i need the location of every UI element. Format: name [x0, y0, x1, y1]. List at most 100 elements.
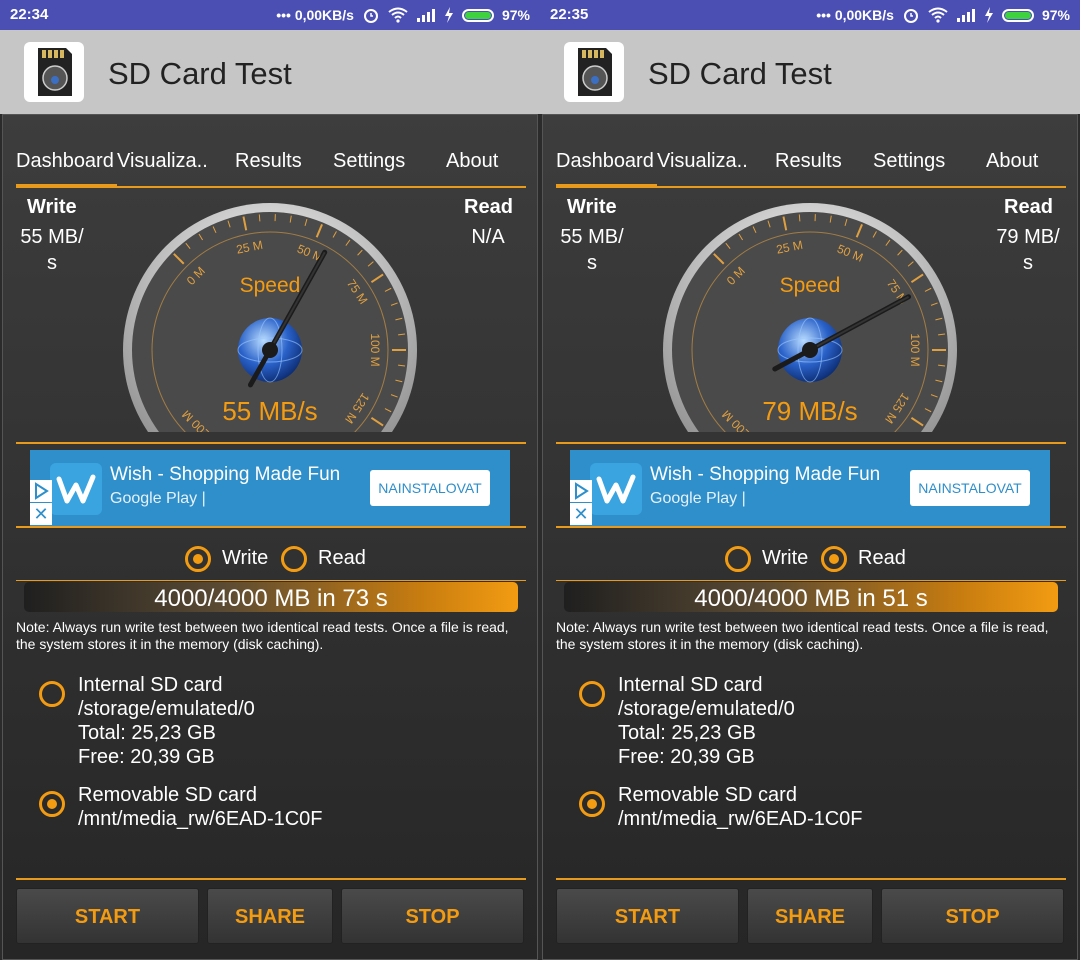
read-mode-radio[interactable] [281, 546, 307, 572]
share-button[interactable]: SHARE [207, 888, 333, 944]
share-button[interactable]: SHARE [747, 888, 873, 944]
removable-sd-radio[interactable] [579, 791, 605, 817]
ad-choices-icon[interactable] [30, 480, 52, 502]
read-mode-radio[interactable] [821, 546, 847, 572]
stop-button[interactable]: STOP [341, 888, 524, 944]
status-time: 22:34 [10, 6, 49, 23]
gauge-title: Speed [780, 274, 841, 297]
ad-title: Wish - Shopping Made Fun [650, 464, 881, 485]
tab-results[interactable]: Results [775, 150, 842, 173]
write-mode-label: Write [222, 547, 269, 569]
app-title: SD Card Test [108, 56, 292, 91]
ad-install-button[interactable]: NAINSTALOVAT [370, 470, 490, 506]
note-text: Note: Always run write test between two … [556, 619, 1049, 652]
internal-sd-radio[interactable] [579, 681, 605, 707]
gauge-speed-readout: 79 MB/s [762, 396, 857, 426]
tab-visualization[interactable]: Visualiza.. [657, 150, 748, 173]
write-value: 55 MB/ s [20, 226, 84, 274]
divider [556, 878, 1066, 880]
charging-icon [444, 7, 453, 23]
alarm-icon [363, 9, 378, 23]
write-value: 55 MB/ s [560, 226, 624, 274]
removable-sd-path: /mnt/media_rw/6EAD-1C0F [618, 808, 863, 830]
internal-sd-info: Internal SD card /storage/emulated/0 Tot… [78, 673, 255, 769]
tab-about[interactable]: About [986, 150, 1038, 173]
tab-about[interactable]: About [446, 150, 498, 173]
status-time: 22:35 [550, 6, 589, 23]
ad-close-icon[interactable]: ✕ [30, 503, 52, 525]
internal-sd-total: Total: 25,23 GB [618, 722, 756, 744]
tab-dashboard[interactable]: Dashboard [556, 150, 654, 173]
read-mode-label: Read [318, 547, 366, 569]
internal-sd-path: /storage/emulated/0 [618, 698, 795, 720]
internal-sd-free: Free: 20,39 GB [78, 746, 215, 768]
screen-right: 22:35 ••• 0,00KB/s 97% SD Card Test Dash… [540, 0, 1080, 960]
network-speed: ••• 0,00KB/s [276, 7, 354, 23]
tab-settings[interactable]: Settings [873, 150, 945, 173]
read-value: N/A [471, 226, 505, 248]
status-bar: 22:35 ••• 0,00KB/s 97% [540, 0, 1080, 30]
tab-active-indicator [556, 184, 657, 188]
removable-sd-info: Removable SD card /mnt/media_rw/6EAD-1C0… [78, 783, 323, 831]
tab-active-indicator [16, 184, 117, 188]
read-mode-label: Read [858, 547, 906, 569]
signal-icon [416, 9, 435, 22]
ad-subtitle: Google Play | [110, 490, 206, 507]
removable-sd-path: /mnt/media_rw/6EAD-1C0F [78, 808, 323, 830]
gauge-title: Speed [240, 274, 301, 297]
removable-sd-radio[interactable] [39, 791, 65, 817]
charging-icon [984, 7, 993, 23]
write-mode-radio[interactable] [185, 546, 211, 572]
read-label: Read [464, 196, 513, 218]
battery-percent: 97% [501, 7, 530, 23]
tab-results[interactable]: Results [235, 150, 302, 173]
gauge-needle-hub [262, 342, 278, 358]
gauge-minor-tick [368, 434, 373, 436]
internal-sd-name: Internal SD card [78, 674, 223, 696]
write-label: Write [567, 196, 617, 218]
start-button[interactable]: START [556, 888, 739, 944]
tab-visualization[interactable]: Visualiza.. [117, 150, 208, 173]
gauge-minor-tick [908, 434, 913, 436]
removable-sd-info: Removable SD card /mnt/media_rw/6EAD-1C0… [618, 783, 863, 831]
gauge-tick-label: 150 M [292, 434, 328, 436]
tab-settings[interactable]: Settings [333, 150, 405, 173]
write-mode-label: Write [762, 547, 809, 569]
app-title: SD Card Test [648, 56, 832, 91]
internal-sd-info: Internal SD card /storage/emulated/0 Tot… [618, 673, 795, 769]
read-value: 79 MB/ s [996, 226, 1060, 274]
status-bar: 22:34 ••• 0,00KB/s 97% [0, 0, 540, 30]
write-label: Write [27, 196, 77, 218]
internal-sd-free: Free: 20,39 GB [618, 746, 755, 768]
app-bar: SD Card Test [0, 30, 540, 114]
gauge-minor-tick [258, 214, 261, 222]
write-mode-radio[interactable] [725, 546, 751, 572]
divider [16, 878, 526, 880]
ad-banner[interactable]: Wish - Shopping Made Fun Google Play | N… [30, 450, 510, 526]
gauge-tick-label: 150 M [832, 434, 868, 436]
speed-gauge: 0 M25 M50 M75 M100 M125 M150 M175 M200 M… [123, 203, 417, 436]
wifi-icon [388, 7, 408, 23]
stop-button[interactable]: STOP [881, 888, 1064, 944]
gauge-speed-readout: 55 MB/s [222, 396, 317, 426]
signal-icon [956, 9, 975, 22]
tab-dashboard[interactable]: Dashboard [16, 150, 114, 173]
note-text: Note: Always run write test between two … [16, 619, 509, 652]
divider [556, 442, 1066, 444]
progress-text: 4000/4000 MB in 73 s [154, 585, 388, 612]
tab-bar: Dashboard Visualiza.. Results Settings A… [16, 146, 526, 190]
wish-logo-icon [590, 463, 642, 515]
ad-choices-icon[interactable] [570, 480, 592, 502]
gauge-tick-label: 100 M [908, 333, 922, 366]
ad-banner[interactable]: Wish - Shopping Made Fun Google Play | N… [570, 450, 1050, 526]
start-button[interactable]: START [16, 888, 199, 944]
wifi-icon [928, 7, 948, 23]
divider [16, 442, 526, 444]
battery-icon [1001, 8, 1034, 22]
sd-card-logo-icon [564, 42, 624, 102]
ad-close-icon[interactable]: ✕ [570, 503, 592, 525]
network-speed: ••• 0,00KB/s [816, 7, 894, 23]
internal-sd-radio[interactable] [39, 681, 65, 707]
ad-install-button[interactable]: NAINSTALOVAT [910, 470, 1030, 506]
internal-sd-total: Total: 25,23 GB [78, 722, 216, 744]
